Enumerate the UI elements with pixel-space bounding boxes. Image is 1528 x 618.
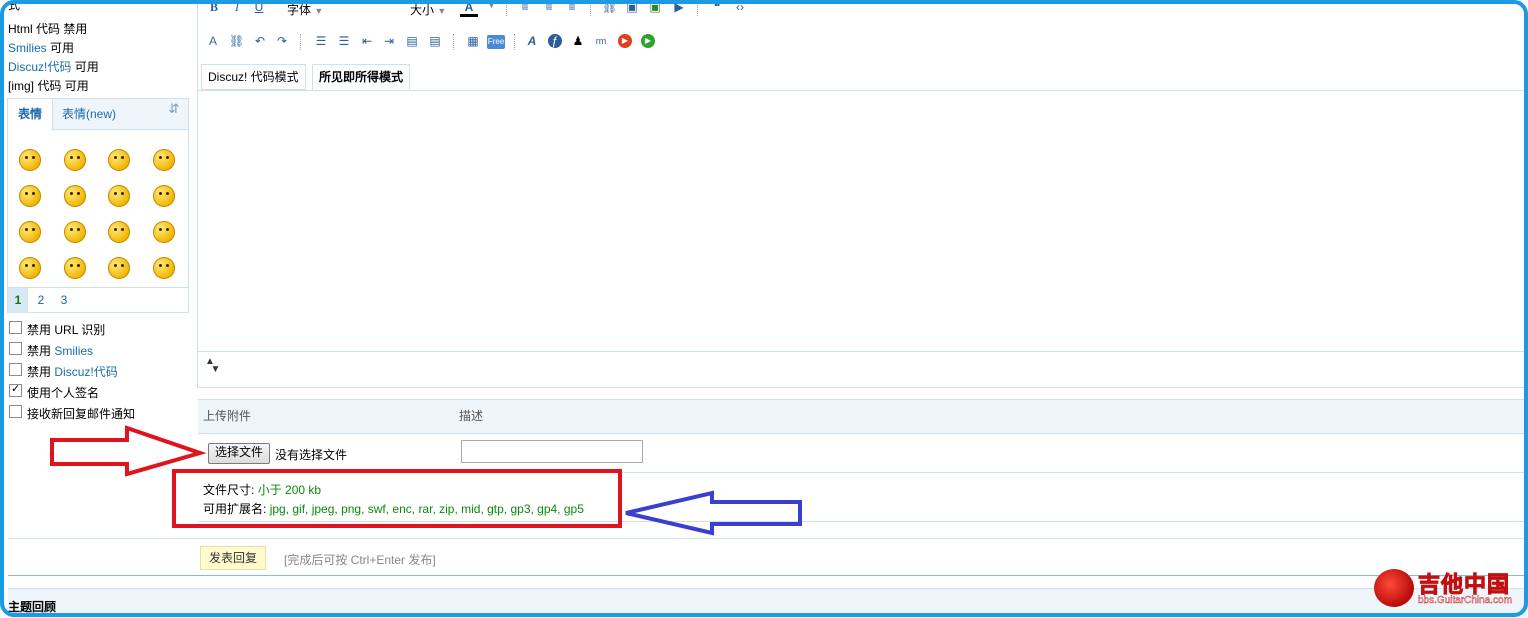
watermark-url: bbs.GuitarChina.com <box>1418 595 1512 606</box>
annotation-overlay <box>50 425 802 536</box>
guitar-logo-icon <box>1374 569 1414 607</box>
red-arrow-annotation <box>50 425 207 477</box>
blue-arrow-annotation <box>625 490 802 536</box>
guitarchina-logo: 吉他中国 bbs.GuitarChina.com <box>1374 565 1524 611</box>
red-box-annotation <box>172 469 622 528</box>
